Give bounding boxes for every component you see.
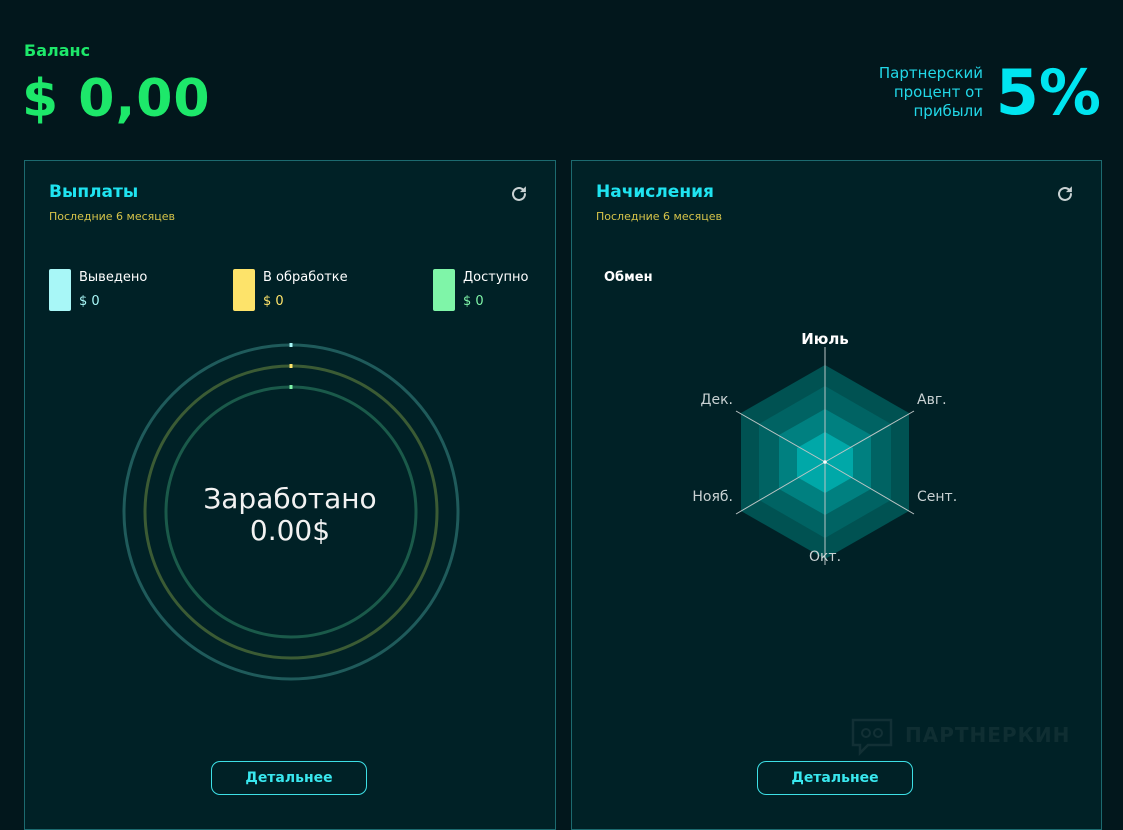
refresh-icon[interactable]: [508, 183, 530, 205]
radar-label-aug: Авг.: [917, 392, 947, 408]
legend-processing-label: В обработке: [263, 270, 348, 285]
legend-swatch-withdrawn: [49, 269, 71, 311]
legend-swatch-available: [433, 269, 455, 311]
radar-label-nov: Нояб.: [692, 489, 733, 505]
radar-label-dec: Дек.: [701, 392, 733, 408]
legend-withdrawn-value: $ 0: [79, 294, 100, 309]
radar-label-sep: Сент.: [917, 489, 957, 505]
ring-withdrawn-marker: [289, 343, 293, 347]
radar-label-jul: Июль: [801, 330, 849, 348]
legend-available-label: Доступно: [463, 270, 529, 285]
partner-percent-label: Партнерский процент от прибыли: [878, 64, 983, 120]
ring-processing-marker: [289, 364, 293, 368]
accruals-title: Начисления: [596, 182, 714, 202]
payouts-details-button[interactable]: Детальнее: [211, 761, 367, 795]
series-label-exchange: Обмен: [604, 270, 653, 285]
payouts-subtitle: Последние 6 месяцев: [49, 210, 176, 223]
earned-label: Заработано: [203, 482, 377, 515]
legend-processing-value: $ 0: [263, 294, 284, 309]
accruals-details-button[interactable]: Детальнее: [757, 761, 913, 795]
payouts-title: Выплаты: [49, 182, 139, 202]
balance-amount: $ 0,00: [22, 69, 211, 129]
ring-available-marker: [289, 385, 293, 389]
legend-swatch-processing: [233, 269, 255, 311]
legend-available-value: $ 0: [463, 294, 484, 309]
earned-value: 0.00$: [249, 514, 331, 547]
partner-percent-value: 5%: [995, 56, 1101, 129]
radar-center-point: [823, 460, 827, 464]
accruals-radar-chart: Июль Авг. Сент. Окт. Нояб. Дек.: [692, 330, 957, 565]
payouts-card: Выплаты Последние 6 месяцев Выведено $ 0…: [24, 160, 556, 830]
partnerkin-watermark: ПАРТНЕРКИН: [905, 723, 1071, 747]
balance-label: Баланс: [24, 41, 91, 60]
earned-summary: Заработано 0.00$: [155, 483, 425, 547]
accruals-subtitle: Последние 6 месяцев: [596, 210, 723, 223]
partnerkin-logo-icon: [851, 718, 893, 757]
refresh-icon[interactable]: [1054, 183, 1076, 205]
radar-label-oct: Окт.: [809, 549, 841, 565]
legend-withdrawn-label: Выведено: [79, 270, 148, 285]
